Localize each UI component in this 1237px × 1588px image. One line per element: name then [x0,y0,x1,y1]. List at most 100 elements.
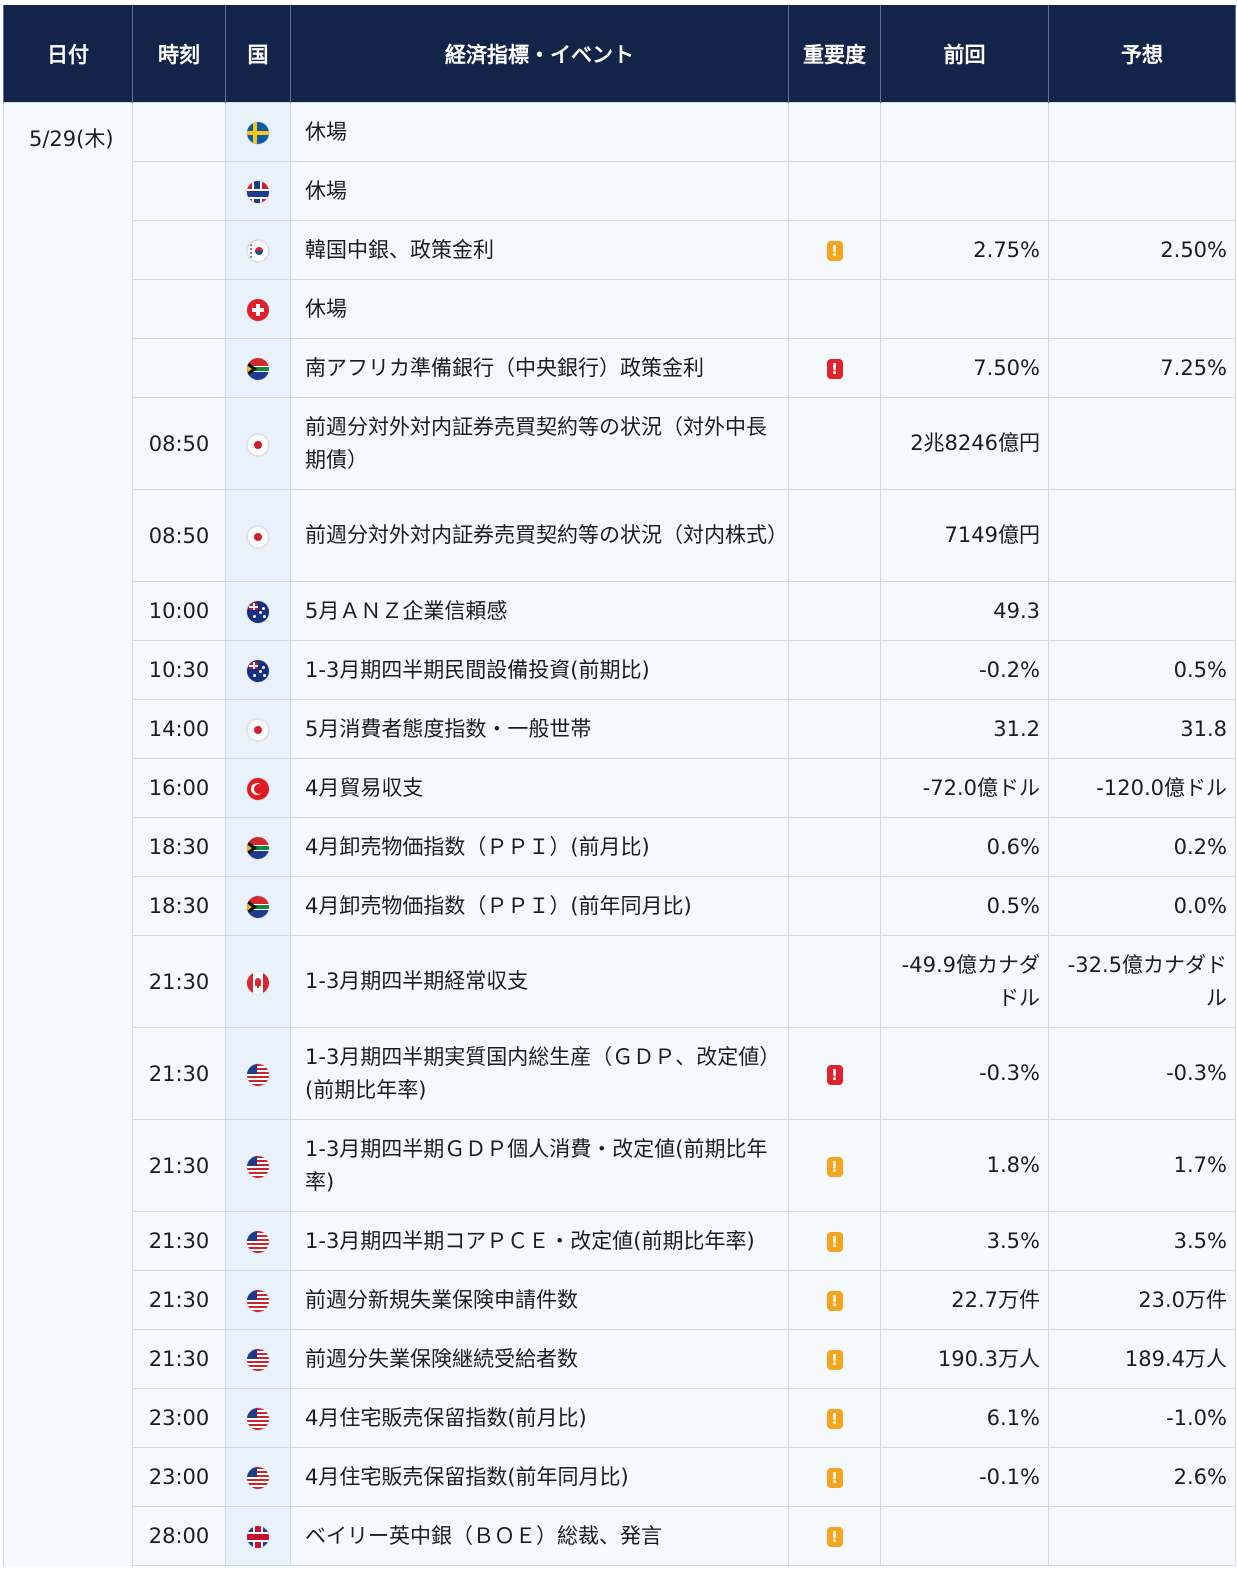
economic-calendar-table: 日付 時刻 国 経済指標・イベント 重要度 前回 予想 5/29(木) 休場 休… [3,5,1236,1566]
time-cell [132,102,226,162]
previous-value: 0.5% [880,876,1049,936]
table-row[interactable]: 10:00 5月ＡＮＺ企業信頼感 49.3 [4,581,1236,641]
table-row[interactable]: 18:30 4月卸売物価指数（ＰＰＩ）(前月比) 0.6% 0.2% [4,817,1236,877]
us-flag-icon [247,1063,269,1086]
previous-value: -49.9億カナダドル [880,935,1049,1028]
forecast-value [1048,489,1236,582]
event-name[interactable]: 4月住宅販売保留指数(前月比) [290,1388,789,1448]
australia-flag-icon [247,660,269,682]
header-country[interactable]: 国 [225,5,291,103]
previous-value: 2兆8246億円 [880,397,1049,490]
forecast-value: 0.2% [1048,817,1236,877]
table-row[interactable]: 21:30 1-3月期四半期経常収支 -49.9億カナダドル -32.5億カナダ… [4,935,1236,1028]
table-row[interactable]: 南アフリカ準備銀行（中央銀行）政策金利 ! 7.50% 7.25% [4,338,1236,398]
time-cell: 16:00 [132,758,226,818]
event-name[interactable]: 南アフリカ準備銀行（中央銀行）政策金利 [290,338,789,398]
table-row[interactable]: 21:30 1-3月期四半期コアＰＣＥ・改定値(前期比年率) ! 3.5% 3.… [4,1211,1236,1271]
forecast-value: -1.0% [1048,1388,1236,1448]
event-name[interactable]: 1-3月期四半期コアＰＣＥ・改定値(前期比年率) [290,1211,789,1271]
previous-value: -0.2% [880,640,1049,700]
time-cell: 21:30 [132,1270,226,1330]
importance-medium-icon: ! [826,1232,843,1252]
event-name[interactable]: 前週分新規失業保険申請件数 [290,1270,789,1330]
importance-medium-icon: ! [826,1527,843,1547]
importance-medium-icon: ! [826,1468,843,1488]
forecast-value: 23.0万件 [1048,1270,1236,1330]
table-row[interactable]: 10:30 1-3月期四半期民間設備投資(前期比) -0.2% 0.5% [4,640,1236,700]
forecast-value: -32.5億カナダドル [1048,935,1236,1028]
forecast-value [1048,161,1236,221]
table-row[interactable]: 休場 [4,279,1236,339]
event-name[interactable]: 4月卸売物価指数（ＰＰＩ）(前年同月比) [290,876,789,936]
time-cell [132,220,226,280]
header-importance[interactable]: 重要度 [788,5,881,103]
event-name[interactable]: 休場 [290,279,789,339]
us-flag-icon [247,1290,269,1312]
event-name[interactable]: 前週分対外対内証券売買契約等の状況（対内株式） [290,489,789,582]
south-africa-flag-icon [247,837,269,859]
previous-value: 3.5% [880,1211,1049,1271]
event-name[interactable]: 1-3月期四半期ＧＤＰ個人消費・改定値(前期比年率) [290,1119,789,1212]
korea-flag-icon [247,240,269,262]
previous-value: 49.3 [880,581,1049,641]
forecast-value: -120.0億ドル [1048,758,1236,818]
header-time[interactable]: 時刻 [132,5,226,103]
table-row[interactable]: 21:30 1-3月期四半期実質国内総生産（ＧＤＰ、改定値）(前期比年率) ! … [4,1027,1236,1120]
event-name[interactable]: 前週分失業保険継続受給者数 [290,1329,789,1389]
event-name[interactable]: 1-3月期四半期実質国内総生産（ＧＤＰ、改定値）(前期比年率) [290,1027,789,1120]
previous-value: -0.1% [880,1447,1049,1507]
time-cell: 21:30 [132,1027,226,1120]
event-name[interactable]: ベイリー英中銀（ＢＯＥ）総裁、発言 [290,1506,789,1566]
table-row[interactable]: 休場 [4,161,1236,221]
table-row[interactable]: 28:00 ベイリー英中銀（ＢＯＥ）総裁、発言 ! [4,1506,1236,1566]
time-cell: 08:50 [132,489,226,582]
forecast-value: 0.0% [1048,876,1236,936]
table-row[interactable]: 08:50 前週分対外対内証券売買契約等の状況（対外中長期債） 2兆8246億円 [4,397,1236,490]
us-flag-icon [247,1408,269,1430]
time-cell: 18:30 [132,876,226,936]
time-cell: 23:00 [132,1447,226,1507]
turkey-flag-icon [247,778,269,800]
time-cell: 21:30 [132,935,226,1028]
table-row[interactable]: 23:00 4月住宅販売保留指数(前年同月比) ! -0.1% 2.6% [4,1447,1236,1507]
header-previous[interactable]: 前回 [880,5,1049,103]
event-name[interactable]: 5月消費者態度指数・一般世帯 [290,699,789,759]
event-name[interactable]: 4月卸売物価指数（ＰＰＩ）(前月比) [290,817,789,877]
event-name[interactable]: 1-3月期四半期経常収支 [290,935,789,1028]
forecast-value [1048,581,1236,641]
table-row[interactable]: 16:00 4月貿易収支 -72.0億ドル -120.0億ドル [4,758,1236,818]
event-name[interactable]: 前週分対外対内証券売買契約等の状況（対外中長期債） [290,397,789,490]
event-name[interactable]: 韓国中銀、政策金利 [290,220,789,280]
forecast-value: 0.5% [1048,640,1236,700]
table-row[interactable]: 21:30 前週分失業保険継続受給者数 ! 190.3万人 189.4万人 [4,1329,1236,1389]
table-row[interactable]: 18:30 4月卸売物価指数（ＰＰＩ）(前年同月比) 0.5% 0.0% [4,876,1236,936]
forecast-value [1048,102,1236,162]
previous-value: 190.3万人 [880,1329,1049,1389]
event-name[interactable]: 4月貿易収支 [290,758,789,818]
event-name[interactable]: 休場 [290,161,789,221]
table-header-row: 日付 時刻 国 経済指標・イベント 重要度 前回 予想 [3,5,1236,103]
event-name[interactable]: 1-3月期四半期民間設備投資(前期比) [290,640,789,700]
header-event[interactable]: 経済指標・イベント [290,5,789,103]
forecast-value: 3.5% [1048,1211,1236,1271]
table-row[interactable]: 21:30 前週分新規失業保険申請件数 ! 22.7万件 23.0万件 [4,1270,1236,1330]
header-date[interactable]: 日付 [3,5,133,103]
table-row[interactable]: 14:00 5月消費者態度指数・一般世帯 31.2 31.8 [4,699,1236,759]
table-row[interactable]: 08:50 前週分対外対内証券売買契約等の状況（対内株式） 7149億円 [4,489,1236,582]
us-flag-icon [247,1467,269,1489]
event-name[interactable]: 休場 [290,102,789,162]
event-name[interactable]: 5月ＡＮＺ企業信頼感 [290,581,789,641]
previous-value [880,1506,1049,1566]
japan-flag-icon [247,719,269,741]
event-name[interactable]: 4月住宅販売保留指数(前年同月比) [290,1447,789,1507]
importance-medium-icon: ! [826,1156,843,1177]
header-forecast[interactable]: 予想 [1048,5,1236,103]
previous-value: 7149億円 [880,489,1049,582]
table-row[interactable]: 韓国中銀、政策金利 ! 2.75% 2.50% [4,220,1236,280]
time-cell: 10:00 [132,581,226,641]
table-row[interactable]: 5/29(木) 休場 [3,102,1236,1566]
previous-value: 1.8% [880,1119,1049,1212]
table-row[interactable]: 23:00 4月住宅販売保留指数(前月比) ! 6.1% -1.0% [4,1388,1236,1448]
table-row[interactable]: 21:30 1-3月期四半期ＧＤＰ個人消費・改定値(前期比年率) ! 1.8% … [4,1119,1236,1212]
previous-value [880,161,1049,221]
